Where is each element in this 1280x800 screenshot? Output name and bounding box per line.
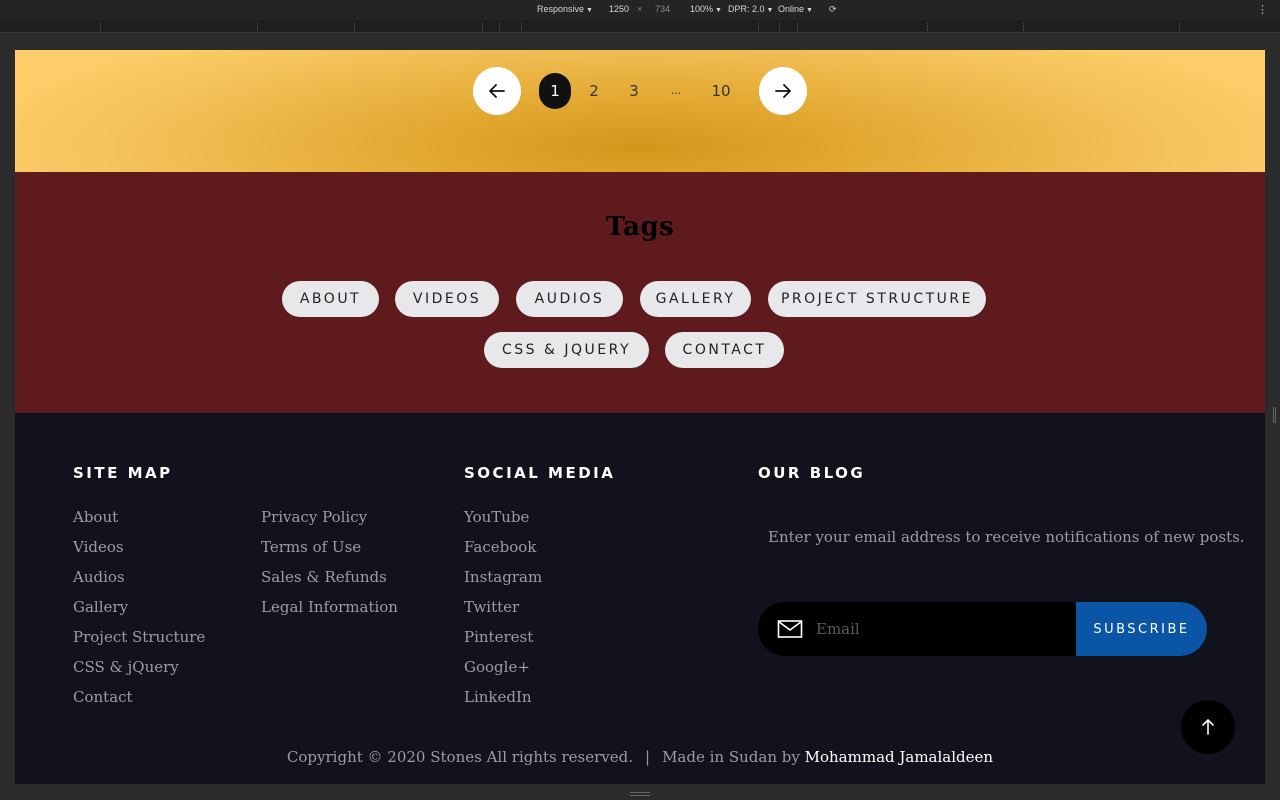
blog-description: Enter your email address to receive noti… <box>768 528 1245 546</box>
sitemap-link-contact[interactable]: Contact <box>73 688 133 706</box>
tag-videos[interactable]: VIDEOS <box>395 281 499 317</box>
page-2[interactable]: 2 <box>580 73 608 109</box>
copyright-text: Copyright © 2020 Stones All rights reser… <box>286 748 634 766</box>
dimension-times: × <box>637 4 643 14</box>
page-3[interactable]: 3 <box>620 73 648 109</box>
height-input[interactable]: 734 <box>655 4 670 14</box>
resize-handle-right[interactable] <box>1273 407 1276 423</box>
dpr-select[interactable]: DPR: 2.0 ▼ <box>728 4 773 14</box>
pagination-section: 1 2 3 ... 10 <box>15 50 1265 172</box>
sitemap-link-about[interactable]: About <box>73 508 118 526</box>
sitemap-link-project-structure[interactable]: Project Structure <box>73 628 205 646</box>
back-to-top-button[interactable] <box>1181 700 1235 754</box>
zoom-select[interactable]: 100% ▼ <box>690 4 722 14</box>
sitemap-link-css-jquery[interactable]: CSS & jQuery <box>73 658 179 676</box>
tag-audios[interactable]: AUDIOS <box>516 281 623 317</box>
arrow-right-icon <box>775 84 791 98</box>
copyright-line: Copyright © 2020 Stones All rights reser… <box>15 748 1265 766</box>
prev-page-button[interactable] <box>473 67 521 115</box>
sitemap-link-gallery[interactable]: Gallery <box>73 598 128 616</box>
social-link-instagram[interactable]: Instagram <box>464 568 542 586</box>
next-page-button[interactable] <box>759 67 807 115</box>
subscribe-form: SUBSCRIBE <box>758 602 1207 656</box>
social-link-linkedin[interactable]: LinkedIn <box>464 688 532 706</box>
sitemap-link-privacy[interactable]: Privacy Policy <box>261 508 367 526</box>
tag-css-jquery[interactable]: CSS & JQUERY <box>484 332 649 368</box>
page-ellipsis: ... <box>670 84 682 97</box>
dpr-label: DPR: 2.0 <box>728 4 765 14</box>
tag-contact[interactable]: CONTACT <box>665 332 784 368</box>
social-link-pinterest[interactable]: Pinterest <box>464 628 533 646</box>
arrow-left-icon <box>489 84 505 98</box>
sitemap-link-audios[interactable]: Audios <box>73 568 125 586</box>
author-link[interactable]: Mohammad Jamalaldeen <box>805 748 993 766</box>
rotate-icon[interactable]: ⟳ <box>829 4 837 15</box>
subscribe-button[interactable]: SUBSCRIBE <box>1076 602 1207 656</box>
tags-section: Tags ABOUT VIDEOS AUDIOS GALLERY PROJECT… <box>15 172 1265 413</box>
page-1[interactable]: 1 <box>539 73 571 109</box>
device-mode-select[interactable]: Responsive ▼ <box>537 4 593 14</box>
email-input[interactable] <box>816 602 1074 656</box>
sitemap-link-terms[interactable]: Terms of Use <box>261 538 361 556</box>
sitemap-title: SITE MAP <box>73 464 173 482</box>
blog-title: OUR BLOG <box>758 464 866 482</box>
arrow-up-icon <box>1202 719 1214 735</box>
width-input[interactable]: 1250 <box>609 4 629 14</box>
network-select[interactable]: Online ▼ <box>778 4 813 14</box>
copyright-separator: | <box>645 748 651 766</box>
made-in-text: Made in Sudan by <box>662 748 800 766</box>
tag-about[interactable]: ABOUT <box>282 281 379 317</box>
sitemap-link-videos[interactable]: Videos <box>73 538 124 556</box>
network-label: Online <box>778 4 805 14</box>
social-link-facebook[interactable]: Facebook <box>464 538 536 556</box>
more-options-icon[interactable]: ⋮ <box>1257 3 1268 16</box>
envelope-icon <box>777 620 803 638</box>
page-viewport: 1 2 3 ... 10 Tags ABOUT VIDEOS AUDIOS GA… <box>15 50 1265 784</box>
media-query-ruler <box>0 20 1280 33</box>
tags-title: Tags <box>605 212 675 242</box>
tag-project-structure[interactable]: PROJECT STRUCTURE <box>768 281 986 317</box>
social-link-twitter[interactable]: Twitter <box>464 598 519 616</box>
zoom-label: 100% <box>690 4 714 14</box>
sitemap-link-sales[interactable]: Sales & Refunds <box>261 568 387 586</box>
social-media-title: SOCIAL MEDIA <box>464 464 616 482</box>
site-footer: SITE MAP About Videos Audios Gallery Pro… <box>15 413 1265 784</box>
device-mode-label: Responsive <box>537 4 585 14</box>
social-link-youtube[interactable]: YouTube <box>464 508 529 526</box>
resize-handle-bottom[interactable] <box>630 792 650 796</box>
tag-gallery[interactable]: GALLERY <box>640 281 751 317</box>
sitemap-link-legal[interactable]: Legal Information <box>261 598 398 616</box>
social-link-googleplus[interactable]: Google+ <box>464 658 530 676</box>
devtools-toolbar: Responsive ▼ 1250 × 734 100% ▼ DPR: 2.0 ▼ O… <box>0 0 1280 20</box>
page-10[interactable]: 10 <box>707 73 735 109</box>
